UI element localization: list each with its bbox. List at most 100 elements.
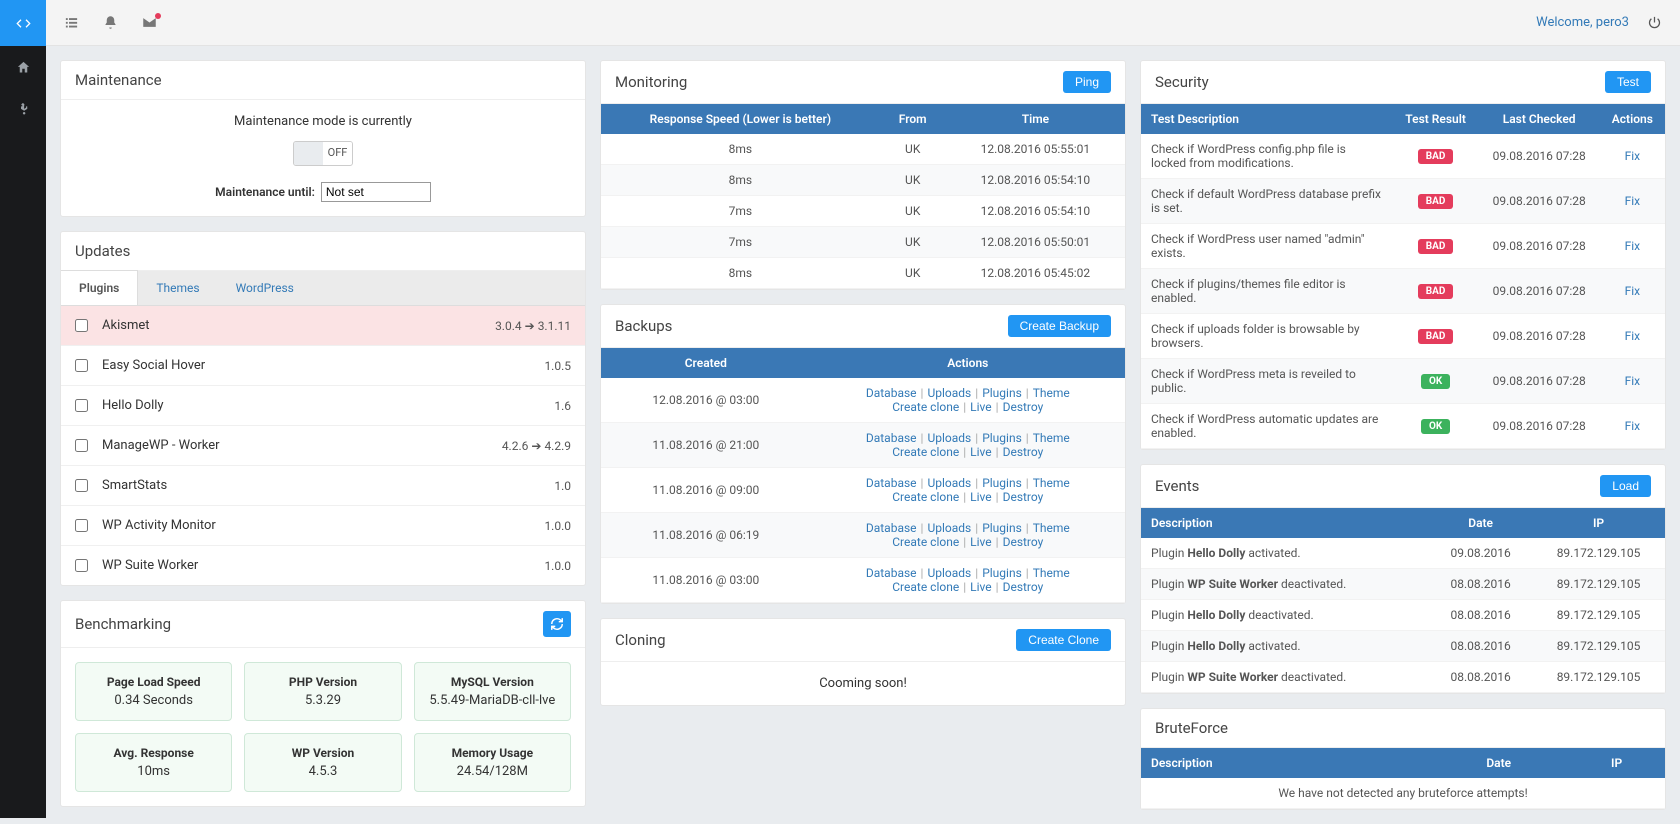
th: Description	[1141, 748, 1429, 778]
home-icon	[16, 60, 31, 75]
panel-title: Maintenance	[75, 71, 162, 89]
backup-action-link[interactable]: Plugins	[982, 566, 1022, 580]
bench-value: 4.5.3	[251, 764, 394, 779]
security-test-button[interactable]: Test	[1605, 71, 1651, 93]
backup-action-link[interactable]: Live	[970, 490, 991, 504]
backup-action-link[interactable]: Create clone	[892, 400, 959, 414]
menu-toggle[interactable]	[64, 15, 79, 30]
backup-action-link[interactable]: Plugins	[982, 386, 1022, 400]
panel-title: Updates	[75, 242, 130, 260]
backup-action-link[interactable]: Database	[866, 476, 917, 490]
fix-link[interactable]: Fix	[1625, 149, 1641, 163]
fix-link[interactable]: Fix	[1625, 419, 1641, 433]
backup-action-link[interactable]: Theme	[1033, 521, 1070, 535]
result-badge: BAD	[1418, 284, 1454, 299]
nav-usb[interactable]	[0, 88, 46, 130]
backup-action-link[interactable]: Database	[866, 521, 917, 535]
plugin-checkbox[interactable]	[75, 519, 88, 532]
tab-plugins[interactable]: Plugins	[61, 270, 138, 305]
table-row: Plugin WP Suite Worker deactivated.08.08…	[1141, 569, 1665, 600]
nav-home[interactable]	[0, 46, 46, 88]
fix-link[interactable]: Fix	[1625, 194, 1641, 208]
tab-themes[interactable]: Themes	[138, 271, 217, 305]
backup-action-link[interactable]: Create clone	[892, 445, 959, 459]
tab-wordpress[interactable]: WordPress	[218, 271, 312, 305]
backup-action-link[interactable]: Database	[866, 431, 917, 445]
plugin-checkbox[interactable]	[75, 439, 88, 452]
notifications[interactable]	[103, 15, 118, 30]
th: Date	[1429, 508, 1532, 538]
plugin-checkbox[interactable]	[75, 559, 88, 572]
backup-action-link[interactable]: Live	[970, 400, 991, 414]
sec-desc: Check if WordPress meta is reveiled to p…	[1141, 359, 1393, 404]
backup-action-link[interactable]: Destroy	[1003, 580, 1044, 594]
result-badge: BAD	[1418, 329, 1454, 344]
plugin-checkbox[interactable]	[75, 479, 88, 492]
th: From	[880, 104, 946, 134]
plugin-name: WP Activity Monitor	[102, 518, 544, 533]
th: IP	[1532, 508, 1665, 538]
maintenance-toggle[interactable]: OFF	[293, 141, 353, 166]
plugin-checkbox[interactable]	[75, 319, 88, 332]
maintenance-until-input[interactable]	[321, 182, 431, 202]
ping-button[interactable]: Ping	[1063, 71, 1111, 93]
backup-action-link[interactable]: Uploads	[927, 476, 971, 490]
backup-action-link[interactable]: Live	[970, 535, 991, 549]
messages[interactable]	[142, 15, 157, 30]
backup-action-link[interactable]: Uploads	[927, 566, 971, 580]
events-load-button[interactable]: Load	[1600, 475, 1651, 497]
backup-action-link[interactable]: Plugins	[982, 521, 1022, 535]
backup-action-link[interactable]: Live	[970, 445, 991, 459]
backup-action-link[interactable]: Create clone	[892, 490, 959, 504]
welcome-user[interactable]: Welcome, pero3	[1536, 15, 1629, 30]
backup-action-link[interactable]: Destroy	[1003, 535, 1044, 549]
backup-action-link[interactable]: Live	[970, 580, 991, 594]
fix-link[interactable]: Fix	[1625, 374, 1641, 388]
power-button[interactable]	[1647, 15, 1662, 30]
benchmark-refresh-button[interactable]	[543, 611, 571, 637]
panel-title: Benchmarking	[75, 615, 171, 633]
backup-action-link[interactable]: Database	[866, 386, 917, 400]
plugin-version: 1.0	[554, 479, 571, 493]
sidebar	[0, 0, 46, 818]
backup-action-link[interactable]: Create clone	[892, 580, 959, 594]
backup-action-link[interactable]: Theme	[1033, 476, 1070, 490]
plugin-checkbox[interactable]	[75, 359, 88, 372]
plugin-row: Hello Dolly1.6	[61, 386, 585, 426]
th: Date	[1429, 748, 1568, 778]
table-row: 11.08.2016 @ 03:00Database|Uploads|Plugi…	[601, 558, 1125, 603]
plugin-checkbox[interactable]	[75, 399, 88, 412]
backup-action-link[interactable]: Uploads	[927, 521, 971, 535]
fix-link[interactable]: Fix	[1625, 239, 1641, 253]
backup-action-link[interactable]: Uploads	[927, 431, 971, 445]
backups-table: Created Actions 12.08.2016 @ 03:00Databa…	[601, 348, 1125, 603]
backup-action-link[interactable]: Theme	[1033, 431, 1070, 445]
create-clone-button[interactable]: Create Clone	[1016, 629, 1111, 651]
fix-link[interactable]: Fix	[1625, 284, 1641, 298]
events-panel: Events Load Description Date IP Plugin H…	[1140, 464, 1666, 694]
plugin-row: WP Activity Monitor1.0.0	[61, 506, 585, 546]
plugin-version: 1.6	[554, 399, 571, 413]
event-desc: Plugin WP Suite Worker deactivated.	[1141, 662, 1429, 693]
code-icon	[16, 16, 31, 31]
refresh-icon	[550, 617, 564, 631]
bruteforce-panel: BruteForce Description Date IP We have n…	[1140, 708, 1666, 810]
backup-action-link[interactable]: Plugins	[982, 431, 1022, 445]
backup-action-link[interactable]: Plugins	[982, 476, 1022, 490]
backup-action-link[interactable]: Destroy	[1003, 445, 1044, 459]
logo[interactable]	[0, 0, 46, 46]
table-row: Check if WordPress config.php file is lo…	[1141, 134, 1665, 179]
create-backup-button[interactable]: Create Backup	[1008, 315, 1111, 337]
backup-action-link[interactable]: Create clone	[892, 535, 959, 549]
fix-link[interactable]: Fix	[1625, 329, 1641, 343]
backup-action-link[interactable]: Database	[866, 566, 917, 580]
backup-action-link[interactable]: Destroy	[1003, 400, 1044, 414]
backup-action-link[interactable]: Theme	[1033, 386, 1070, 400]
panel-title: Events	[1155, 477, 1199, 495]
backup-action-link[interactable]: Uploads	[927, 386, 971, 400]
backup-action-link[interactable]: Destroy	[1003, 490, 1044, 504]
result-badge: OK	[1421, 374, 1450, 389]
sec-desc: Check if default WordPress database pref…	[1141, 179, 1393, 224]
backup-action-link[interactable]: Theme	[1033, 566, 1070, 580]
notification-dot	[155, 13, 161, 19]
